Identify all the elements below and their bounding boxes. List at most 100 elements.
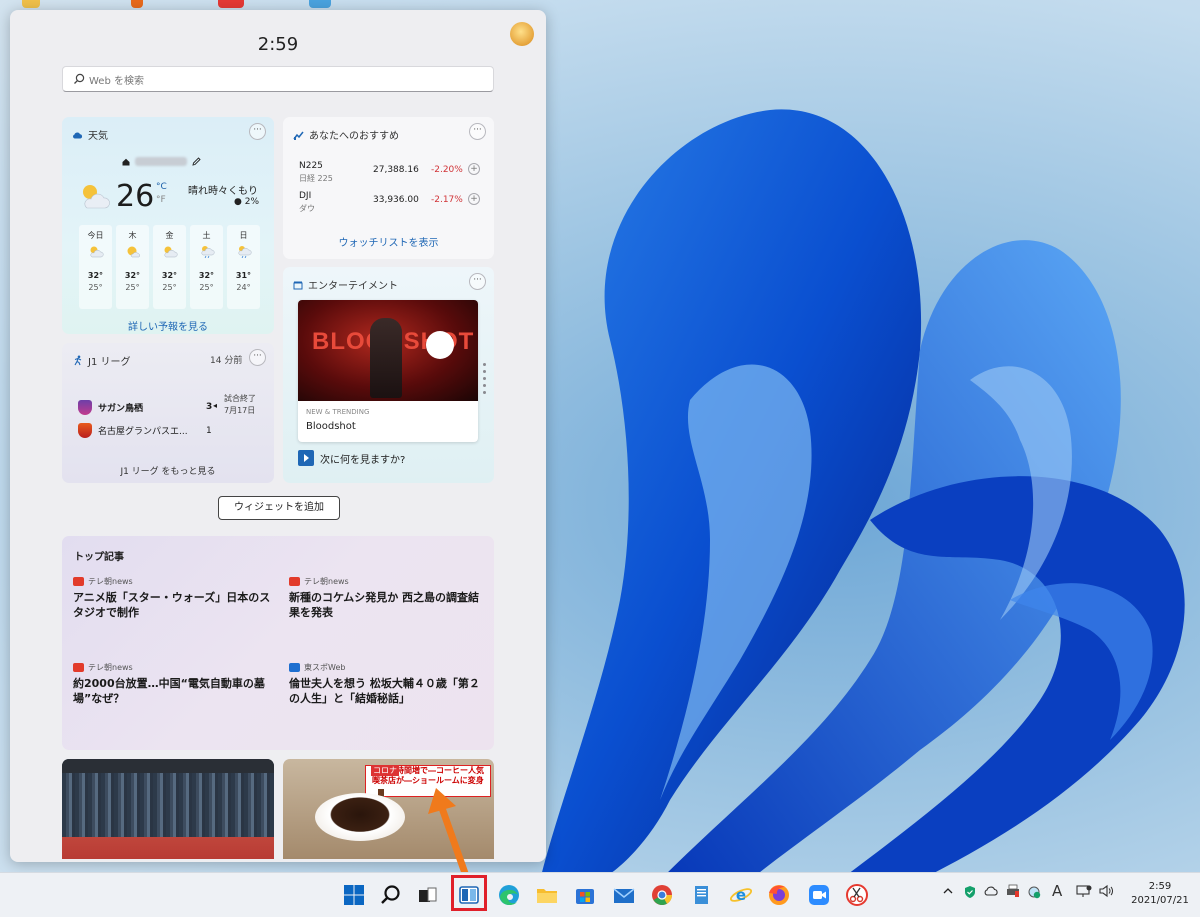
pencil-icon xyxy=(192,157,201,166)
stock-row[interactable]: DJI ダウ 33,936.00 -2.17% + xyxy=(299,191,487,217)
add-widget-button[interactable]: ウィジェットを追加 xyxy=(218,496,340,520)
search-button[interactable] xyxy=(377,881,405,909)
unit-celsius[interactable]: °C xyxy=(156,182,167,192)
svg-text:e: e xyxy=(736,886,746,904)
folder-icon xyxy=(537,889,557,903)
weather-card[interactable]: 天気 ··· 26 °C °F 晴れ時々くもり ● 2% 今日 32° 25° xyxy=(62,117,274,334)
onedrive-tray-icon[interactable] xyxy=(983,885,999,900)
entertainment-more-button[interactable]: ··· xyxy=(469,273,486,290)
weather-title: 天気 xyxy=(88,131,108,142)
desktop-icon-peek xyxy=(218,0,244,8)
start-button[interactable] xyxy=(340,881,368,909)
widgets-panel: 2:59 Web を検索 天気 ··· 26 °C °F 晴れ時々くもり ● 2% xyxy=(10,10,546,862)
team-name: 名古屋グランパスエ... xyxy=(98,427,188,437)
clapperboard-icon xyxy=(293,281,303,289)
tv-asahi-icon xyxy=(289,577,300,586)
speaker-icon xyxy=(1099,884,1113,898)
forecast-day[interactable]: 日 31° 24° xyxy=(227,225,260,309)
team-row[interactable]: 名古屋グランパスエ... xyxy=(78,423,188,438)
chrome-icon xyxy=(652,885,673,905)
news-article[interactable]: 東スポWeb 倫世夫人を想う 松坂大輔４０歳「第２の人生」と「結婚秘話」 xyxy=(289,662,489,706)
task-view-button[interactable] xyxy=(413,881,441,909)
search-icon xyxy=(381,885,400,904)
user-avatar[interactable] xyxy=(510,22,534,46)
partly-cloudy-icon xyxy=(90,246,103,258)
stocks-more-button[interactable]: ··· xyxy=(469,123,486,140)
scissors-icon xyxy=(846,884,868,906)
day-high: 32° xyxy=(124,271,141,280)
firefox-button[interactable] xyxy=(765,881,793,909)
carousel-dots[interactable] xyxy=(483,363,486,398)
forecast-day[interactable]: 金 32° 25° xyxy=(153,225,186,309)
taskbar-time: 2:59 xyxy=(1148,881,1172,892)
whats-next-link[interactable]: 次に何を見ますか? xyxy=(298,450,405,466)
cloud-icon xyxy=(984,886,998,896)
news-source: 東スポWeb xyxy=(304,663,346,672)
add-to-watchlist-button[interactable]: + xyxy=(468,163,480,175)
j1-more-button[interactable]: ··· xyxy=(249,349,266,366)
forecast-day[interactable]: 今日 32° 25° xyxy=(79,225,112,309)
weather-location[interactable] xyxy=(122,157,201,166)
news-article[interactable]: テレ朝news 約2000台放置…中国“電気自動車の墓場”なぜ？ xyxy=(73,662,273,706)
current-temperature: 26 xyxy=(116,179,155,214)
weather-more-button[interactable]: ··· xyxy=(249,123,266,140)
news-article[interactable]: テレ朝news アニメ版「スター・ウォーズ」日本のスタジオで制作 xyxy=(73,576,273,620)
forecast-link[interactable]: 詳しい予報を見る xyxy=(62,318,274,333)
sync-check-icon xyxy=(1028,886,1041,899)
network-tray-icon[interactable] xyxy=(1076,884,1092,901)
chrome-button[interactable] xyxy=(648,881,676,909)
movie-tile[interactable]: BLOODSHOT NEW & TRENDING Bloodshot xyxy=(298,300,478,442)
news-article[interactable]: テレ朝news 新種のコケムシ発見か 西之島の調査結果を発表 xyxy=(289,576,489,620)
partly-cloudy-icon xyxy=(164,246,177,258)
chart-icon xyxy=(293,131,304,140)
entertainment-card[interactable]: エンターテイメント ··· BLOODSHOT NEW & TRENDING B… xyxy=(283,267,494,483)
ime-indicator[interactable]: A xyxy=(1052,882,1062,900)
app-tray-icon[interactable] xyxy=(1027,885,1041,902)
stocks-card[interactable]: あなたへのおすすめ ··· N225 日経 225 27,388.16 -2.2… xyxy=(283,117,494,259)
top-stories-card: トップ記事 テレ朝news アニメ版「スター・ウォーズ」日本のスタジオで制作 テ… xyxy=(62,536,494,750)
news-source: テレ朝news xyxy=(88,577,133,586)
mail-button[interactable] xyxy=(610,881,638,909)
news-image-card[interactable] xyxy=(62,759,274,859)
trending-label: NEW & TRENDING xyxy=(306,408,370,416)
store-button[interactable] xyxy=(571,881,599,909)
day-name: 木 xyxy=(128,231,137,240)
file-explorer-button[interactable] xyxy=(533,881,561,909)
entertainment-title: エンターテイメント xyxy=(308,281,398,292)
day-name: 金 xyxy=(165,231,174,240)
taskbar-clock[interactable]: 2:59 2021/07/21 xyxy=(1128,880,1192,908)
edge-button[interactable] xyxy=(495,881,523,909)
forecast-day[interactable]: 土 32° 25° xyxy=(190,225,223,309)
internet-explorer-button[interactable]: e xyxy=(727,881,755,909)
watchlist-link[interactable]: ウォッチリストを表示 xyxy=(283,234,494,249)
security-tray-icon[interactable] xyxy=(963,885,977,902)
team-row[interactable]: サガン鳥栖 xyxy=(78,400,143,415)
j1-more-link[interactable]: J1 リーグ をもっと見る xyxy=(62,464,274,477)
daily-forecast: 今日 32° 25° 木 32° 25° 金 32° 25° 土 32° 25°… xyxy=(79,225,260,309)
nagoya-grampus-crest-icon xyxy=(78,423,92,438)
team-score: 3 xyxy=(206,402,213,412)
notepad-button[interactable] xyxy=(687,881,715,909)
cloud-icon xyxy=(73,131,83,138)
volume-tray-icon[interactable] xyxy=(1098,884,1114,901)
snipping-tool-button[interactable] xyxy=(843,881,871,909)
panel-clock: 2:59 xyxy=(257,34,299,55)
sagan-tosu-crest-icon xyxy=(78,400,92,415)
add-to-watchlist-button[interactable]: + xyxy=(468,193,480,205)
show-hidden-icons-button[interactable] xyxy=(942,885,954,900)
news-headline: アニメ版「スター・ウォーズ」日本のスタジオで制作 xyxy=(73,591,271,619)
temperature-unit[interactable]: °C °F xyxy=(156,181,167,207)
news-source: テレ朝news xyxy=(88,663,133,672)
web-search-input[interactable]: Web を検索 xyxy=(62,66,494,92)
news-source: テレ朝news xyxy=(304,577,349,586)
forecast-day[interactable]: 木 32° 25° xyxy=(116,225,149,309)
news-headline: 新種のコケムシ発見か 西之島の調査結果を発表 xyxy=(289,591,480,619)
stock-row[interactable]: N225 日経 225 27,388.16 -2.20% + xyxy=(299,161,487,187)
annotation-arrow xyxy=(428,788,470,880)
app-tray-icon[interactable] xyxy=(1005,884,1021,901)
windows-logo-icon xyxy=(344,885,364,905)
zoom-button[interactable] xyxy=(805,881,833,909)
day-name: 土 xyxy=(202,231,211,240)
unit-fahrenheit[interactable]: °F xyxy=(156,194,167,207)
j1-league-card[interactable]: J1 リーグ 14 分前 ··· サガン鳥栖 3 ◂ 名古屋グランパスエ... … xyxy=(62,343,274,483)
